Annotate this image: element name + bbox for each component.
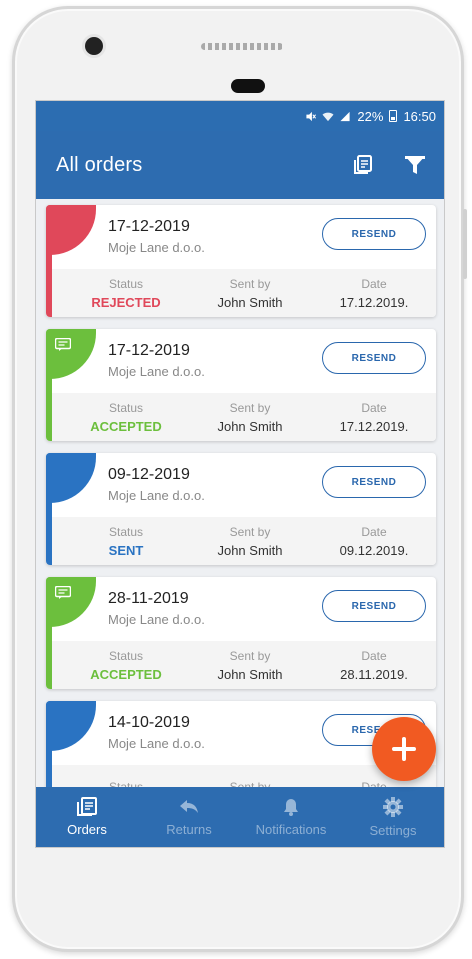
date-value: 09.12.2019.	[339, 542, 409, 558]
order-date: 17-12-2019	[108, 218, 190, 235]
speaker-grille	[201, 43, 283, 50]
date-label: Date	[361, 524, 387, 539]
nav-label-orders: Orders	[67, 822, 107, 837]
clock: 16:50	[403, 108, 436, 124]
order-date: 17-12-2019	[108, 342, 190, 359]
filter-button[interactable]	[402, 152, 428, 178]
resend-button[interactable]: RESEND	[322, 342, 426, 374]
status-badge: SENT	[108, 542, 144, 558]
order-date: 14-10-2019	[108, 714, 190, 731]
date-label: Date	[361, 276, 387, 291]
add-order-button[interactable]	[372, 717, 436, 781]
sent-by-value: John Smith	[217, 542, 283, 558]
date-value: 28.11.2019.	[340, 666, 408, 682]
resend-button[interactable]: RESEND	[322, 466, 426, 498]
status-label: Status	[108, 276, 144, 291]
wifi-icon	[322, 112, 334, 121]
order-date: 09-12-2019	[108, 466, 190, 483]
order-card[interactable]: 09-12-2019 Moje Lane d.o.o. RESEND Statu…	[46, 453, 436, 565]
mute-icon	[306, 111, 317, 121]
status-label: Status	[108, 524, 144, 539]
date-label: Date	[361, 400, 387, 415]
nav-settings[interactable]: Settings	[342, 787, 444, 847]
reports-icon	[354, 155, 372, 174]
order-company: Moje Lane d.o.o.	[108, 612, 205, 627]
order-card[interactable]: 28-11-2019 Moje Lane d.o.o. RESEND Statu…	[46, 577, 436, 689]
resend-button[interactable]: RESEND	[322, 590, 426, 622]
phone-side-button	[463, 209, 467, 279]
resend-button[interactable]: RESEND	[322, 218, 426, 250]
battery-icon	[389, 110, 398, 122]
battery-percent: 22%	[357, 108, 384, 124]
sent-by-value: John Smith	[217, 418, 283, 434]
nav-returns[interactable]: Returns	[138, 787, 240, 847]
sent-by-label: Sent by	[229, 648, 271, 663]
orders-icon	[77, 797, 97, 816]
status-badge: ACCEPTED	[90, 418, 162, 434]
page-title: All orders	[56, 153, 143, 176]
order-card[interactable]: 17-12-2019 Moje Lane d.o.o. RESEND Statu…	[46, 329, 436, 441]
gear-icon	[383, 797, 403, 817]
sent-by-label: Sent by	[229, 524, 271, 539]
sent-by-label: Sent by	[229, 276, 271, 291]
status-badge: ACCEPTED	[90, 666, 162, 682]
date-value: 17.12.2019.	[339, 294, 409, 310]
orders-list: 17-12-2019 Moje Lane d.o.o. RESEND Statu…	[36, 199, 444, 813]
nav-notifications[interactable]: Notifications	[240, 787, 342, 847]
filter-icon	[405, 156, 425, 174]
status-bar: 22% 16:50	[36, 101, 444, 131]
status-label: Status	[108, 648, 144, 663]
nav-label-returns: Returns	[166, 822, 212, 837]
nav-label-notifications: Notifications	[255, 822, 327, 837]
app-bar: All orders	[36, 131, 444, 199]
order-date: 28-11-2019	[108, 590, 189, 607]
sent-by-value: John Smith	[217, 294, 283, 310]
date-label: Date	[361, 648, 387, 663]
order-company: Moje Lane d.o.o.	[108, 364, 205, 379]
order-company: Moje Lane d.o.o.	[108, 240, 205, 255]
order-card[interactable]: 17-12-2019 Moje Lane d.o.o. RESEND Statu…	[46, 205, 436, 317]
signal-icon	[340, 111, 351, 121]
earpiece	[231, 79, 265, 93]
nav-label-settings: Settings	[369, 823, 417, 838]
app-screen: 22% 16:50 All orders 17-12-2019 Moje Lan…	[35, 100, 445, 848]
order-company: Moje Lane d.o.o.	[108, 488, 205, 503]
reply-icon	[180, 800, 198, 813]
sent-by-label: Sent by	[229, 400, 271, 415]
status-icons	[305, 111, 351, 122]
reports-button[interactable]	[350, 152, 376, 178]
status-label: Status	[108, 400, 144, 415]
bottom-nav: Orders Returns Notifications Settings	[36, 787, 444, 847]
plus-icon	[392, 737, 416, 761]
front-camera	[85, 37, 103, 55]
bell-icon	[284, 799, 298, 816]
status-badge: REJECTED	[91, 294, 161, 310]
date-value: 17.12.2019.	[339, 418, 409, 434]
nav-orders[interactable]: Orders	[36, 787, 138, 847]
order-company: Moje Lane d.o.o.	[108, 736, 205, 751]
sent-by-value: John Smith	[217, 666, 283, 682]
